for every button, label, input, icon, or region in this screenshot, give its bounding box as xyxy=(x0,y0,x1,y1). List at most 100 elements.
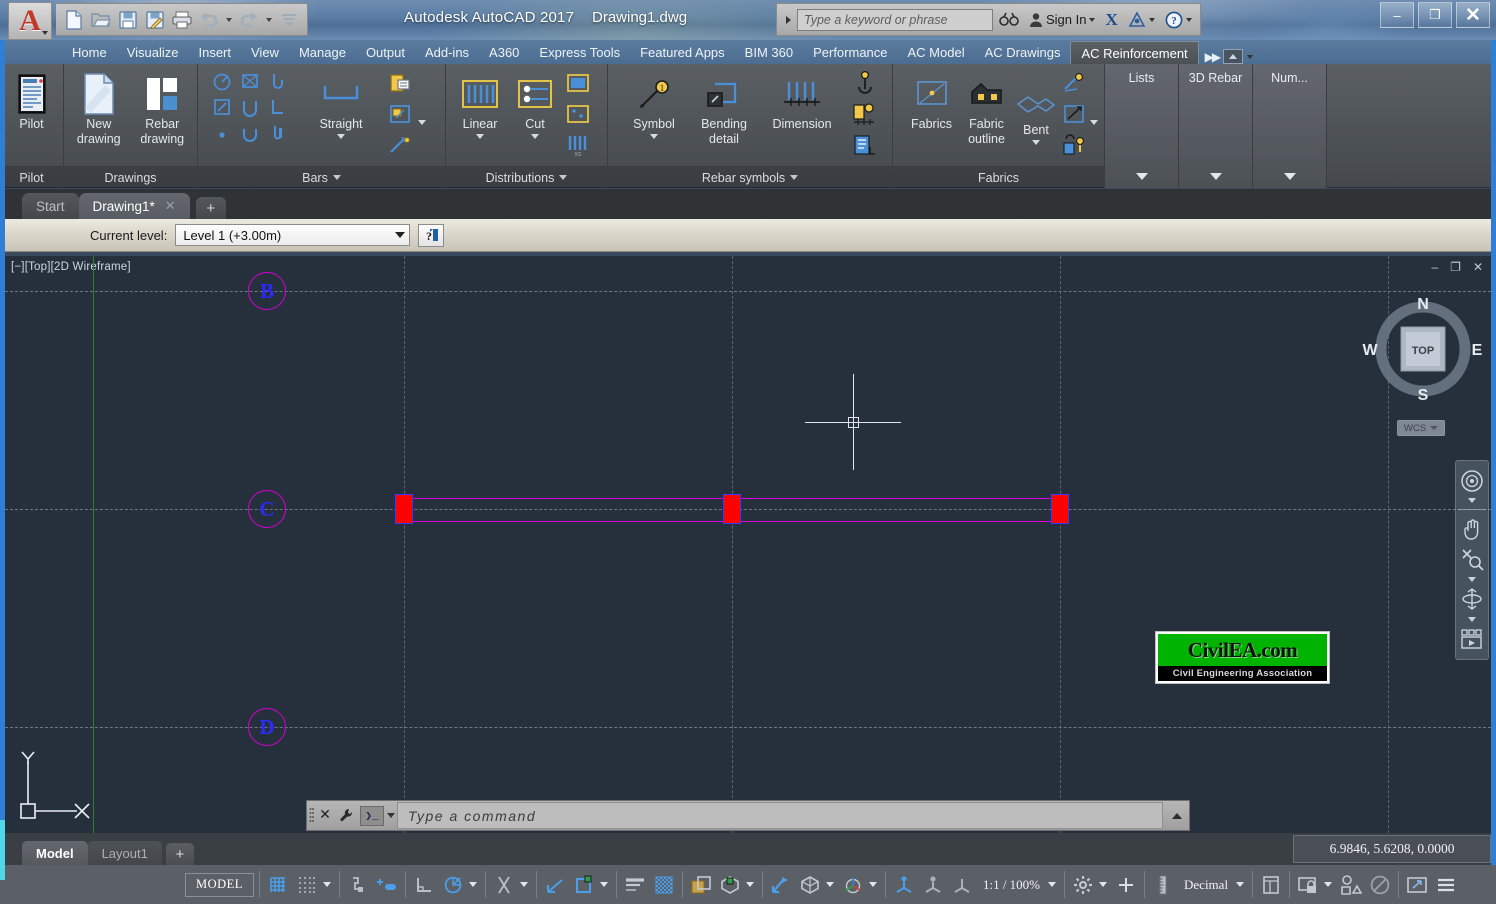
osnap-dropdown-icon[interactable] xyxy=(599,882,608,887)
rebar-drawing-button[interactable]: Rebar drawing xyxy=(134,68,192,146)
tab-performance[interactable]: Performance xyxy=(803,41,897,64)
workspace-switching-icon[interactable] xyxy=(1070,872,1096,898)
customize-qat-icon[interactable] xyxy=(277,8,301,32)
bar-schedule-icon[interactable] xyxy=(388,68,412,98)
tab-express-tools[interactable]: Express Tools xyxy=(529,41,630,64)
bent-button[interactable]: Bent xyxy=(1015,68,1057,145)
search-button[interactable] xyxy=(995,8,1023,32)
clean-screen-icon[interactable] xyxy=(1404,872,1430,898)
tab-layout1[interactable]: Layout1 xyxy=(87,841,162,865)
tab-home[interactable]: Home xyxy=(62,41,117,64)
bar-ushape-icon[interactable] xyxy=(236,120,264,146)
bars-stack-dropdown-icon[interactable] xyxy=(418,120,426,125)
chevron-down-icon[interactable] xyxy=(1468,616,1476,622)
filtering-dropdown-icon[interactable] xyxy=(825,882,834,887)
close-icon[interactable]: ✕ xyxy=(165,198,176,214)
selection-filtering-icon[interactable] xyxy=(797,872,823,898)
cut-distribution-button[interactable]: Cut xyxy=(510,68,560,139)
anchor-symbol-icon[interactable] xyxy=(852,68,878,98)
snap-mode-icon[interactable] xyxy=(294,872,320,898)
view-compass[interactable]: TOP N S E W xyxy=(1360,294,1486,409)
tab-ac-reinforcement[interactable]: AC Reinforcement xyxy=(1070,41,1199,64)
infer-constraints-icon[interactable] xyxy=(345,872,371,898)
chevron-down-icon[interactable] xyxy=(337,134,345,139)
redo-dropdown-icon[interactable] xyxy=(266,17,272,22)
undo-dropdown-icon[interactable] xyxy=(226,17,232,22)
distribution-area-icon[interactable] xyxy=(566,68,590,98)
pan-hand-icon[interactable] xyxy=(1457,515,1487,542)
chevron-down-icon[interactable] xyxy=(1135,173,1148,180)
distribution-xs-icon[interactable]: xs xyxy=(566,130,590,160)
coordinate-display[interactable]: 6.9846, 5.6208, 0.0000 xyxy=(1293,835,1491,863)
minimize-ribbon-icon[interactable] xyxy=(1223,49,1244,64)
grid-bubble-d[interactable]: D xyxy=(248,708,286,746)
tab-output[interactable]: Output xyxy=(356,41,415,64)
bar-edit-icon[interactable] xyxy=(388,99,412,129)
level-help-button[interactable]: ? xyxy=(418,223,445,247)
symbol-button[interactable]: 1 Symbol xyxy=(622,68,686,139)
save-file-icon[interactable] xyxy=(116,8,140,32)
rebar-node-1[interactable] xyxy=(395,494,413,524)
new-document-tab-button[interactable]: + xyxy=(195,197,226,219)
panel-lists-collapsed[interactable]: Lists xyxy=(1105,64,1179,188)
chevron-down-icon[interactable] xyxy=(332,175,341,180)
command-input[interactable]: Type a command xyxy=(397,802,1163,829)
bar-point-icon[interactable] xyxy=(208,120,236,146)
tab-visualize[interactable]: Visualize xyxy=(117,41,189,64)
chevron-down-icon[interactable] xyxy=(650,134,658,139)
orbit-icon[interactable] xyxy=(1457,586,1487,613)
viewport-close-icon[interactable]: ✕ xyxy=(1473,260,1483,274)
undo-icon[interactable] xyxy=(197,8,221,32)
tab-bim360[interactable]: BIM 360 xyxy=(735,41,803,64)
grid-bubble-c[interactable]: C xyxy=(248,490,286,528)
chevron-down-icon[interactable] xyxy=(1089,17,1096,22)
annotation-monitor-icon[interactable] xyxy=(1113,872,1139,898)
isolate-objects-icon[interactable] xyxy=(1338,872,1364,898)
units-dropdown-icon[interactable] xyxy=(1236,882,1245,887)
sign-in-button[interactable]: Sign In xyxy=(1025,8,1099,32)
isometric-drafting-icon[interactable] xyxy=(491,872,517,898)
snap-dropdown-icon[interactable] xyxy=(322,882,331,887)
bar-modify-icon[interactable] xyxy=(388,130,412,160)
rebar-node-3[interactable] xyxy=(1051,494,1069,524)
tab-manage[interactable]: Manage xyxy=(289,41,356,64)
bar-diagonal-icon[interactable] xyxy=(208,94,236,120)
new-file-icon[interactable] xyxy=(62,8,86,32)
panel-3d-rebar-collapsed[interactable]: 3D Rebar xyxy=(1179,64,1253,188)
close-button[interactable]: ✕ xyxy=(1456,2,1490,28)
grid-bubble-b[interactable]: B xyxy=(248,272,286,310)
scale-dropdown-icon[interactable] xyxy=(1048,882,1057,887)
chevron-down-icon[interactable] xyxy=(531,134,539,139)
save-as-icon[interactable] xyxy=(143,8,167,32)
polar-dropdown-icon[interactable] xyxy=(468,882,477,887)
dynamic-input-icon[interactable] xyxy=(374,872,400,898)
detail-list-icon[interactable] xyxy=(852,130,878,160)
command-line-grip[interactable] xyxy=(307,801,316,830)
command-line-settings-icon[interactable] xyxy=(334,807,358,825)
fabrics-button[interactable]: Fabrics xyxy=(905,68,958,131)
fabric-symbol-icon[interactable] xyxy=(1062,68,1086,98)
3d-osnap-dropdown-icon[interactable] xyxy=(745,882,754,887)
fabrics-stack-dropdown-icon[interactable] xyxy=(1090,120,1098,125)
annotation-scale-list-icon[interactable] xyxy=(949,872,975,898)
command-line[interactable]: ✕ ❯_ Type a command xyxy=(306,800,1190,831)
command-prompt-icon[interactable]: ❯_ xyxy=(360,805,384,826)
maximize-button[interactable]: ❐ xyxy=(1418,2,1452,28)
wcs-selector[interactable]: WCS xyxy=(1397,420,1445,436)
autodesk-a360-button[interactable] xyxy=(1124,8,1159,32)
exchange-apps-button[interactable]: X xyxy=(1101,8,1121,32)
autoscale-icon[interactable] xyxy=(920,872,946,898)
fabric-outline-button[interactable]: Fabric outline xyxy=(960,68,1013,146)
object-snap-icon[interactable] xyxy=(571,872,597,898)
double-chevron-right-icon[interactable]: ▶▶ xyxy=(1205,50,1222,64)
straight-bar-button[interactable]: Straight xyxy=(308,68,374,139)
bar-ushape-up-icon[interactable] xyxy=(236,94,264,120)
lineweight-icon[interactable] xyxy=(622,872,648,898)
dimension-button[interactable]: Dimension xyxy=(762,68,842,131)
bar-hook-icon[interactable] xyxy=(264,68,292,94)
transparency-icon[interactable] xyxy=(651,872,677,898)
tab-ac-model[interactable]: AC Model xyxy=(898,41,975,64)
command-history-expand-icon[interactable] xyxy=(1165,812,1189,819)
tab-insert[interactable]: Insert xyxy=(188,41,241,64)
chevron-down-icon[interactable] xyxy=(1247,54,1254,59)
